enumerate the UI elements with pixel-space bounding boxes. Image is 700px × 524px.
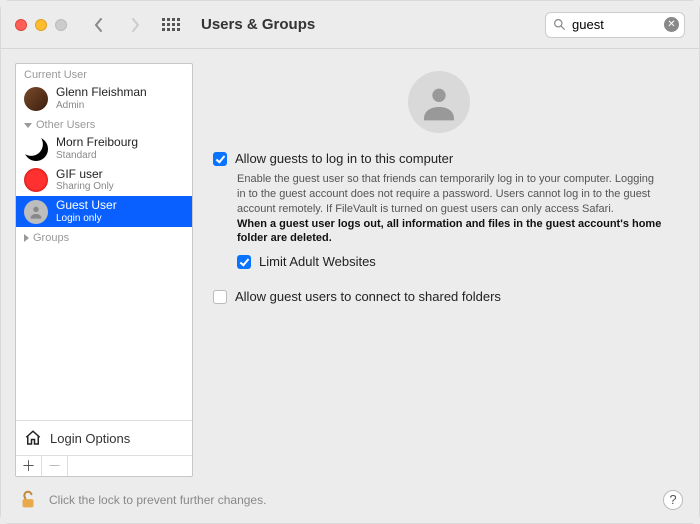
window-title: Users & Groups bbox=[201, 16, 315, 33]
user-row-gif[interactable]: GIF user Sharing Only bbox=[16, 165, 192, 196]
user-name: Morn Freibourg bbox=[56, 136, 138, 150]
allow-guests-description: Enable the guest user so that friends ca… bbox=[237, 172, 665, 246]
user-list: Current User Glenn Fleishman Admin Other… bbox=[16, 64, 192, 420]
search-field-wrap: ✕ bbox=[545, 12, 685, 38]
show-all-button[interactable] bbox=[157, 11, 185, 39]
content-area: Current User Glenn Fleishman Admin Other… bbox=[1, 49, 699, 477]
person-icon bbox=[28, 204, 44, 220]
add-remove-bar: ＋ － bbox=[16, 455, 192, 476]
user-row-current[interactable]: Glenn Fleishman Admin bbox=[16, 83, 192, 114]
user-name: Guest User bbox=[56, 199, 117, 213]
house-icon bbox=[24, 429, 42, 447]
close-window-button[interactable] bbox=[15, 19, 27, 31]
back-button[interactable] bbox=[85, 11, 113, 39]
avatar bbox=[24, 200, 48, 224]
section-header-other-users[interactable]: Other Users bbox=[16, 114, 192, 133]
chevron-left-icon bbox=[93, 18, 105, 32]
avatar bbox=[24, 137, 48, 161]
window-controls bbox=[15, 19, 67, 31]
remove-user-button: － bbox=[42, 456, 68, 476]
user-row-morn[interactable]: Morn Freibourg Standard bbox=[16, 133, 192, 164]
lock-hint-text: Click the lock to prevent further change… bbox=[49, 493, 653, 507]
avatar bbox=[24, 168, 48, 192]
detail-panel: Allow guests to log in to this computer … bbox=[205, 63, 685, 477]
allow-shared-row: Allow guest users to connect to shared f… bbox=[213, 289, 665, 304]
add-user-button[interactable]: ＋ bbox=[16, 456, 42, 476]
chevron-right-icon bbox=[129, 18, 141, 32]
guest-avatar-large[interactable] bbox=[408, 71, 470, 133]
help-button[interactable]: ? bbox=[663, 490, 683, 510]
login-options-row[interactable]: Login Options bbox=[16, 421, 192, 455]
maximize-window-button bbox=[55, 19, 67, 31]
user-name: GIF user bbox=[56, 168, 114, 182]
sidebar-bottom: Login Options ＋ － bbox=[16, 420, 192, 476]
clear-search-button[interactable]: ✕ bbox=[664, 17, 679, 32]
footer-bar: Click the lock to prevent further change… bbox=[1, 477, 699, 523]
section-header-groups[interactable]: Groups bbox=[16, 227, 192, 246]
allow-guests-label: Allow guests to log in to this computer bbox=[235, 151, 453, 166]
user-subtitle: Login only bbox=[56, 213, 117, 225]
limit-adult-label: Limit Adult Websites bbox=[259, 254, 376, 269]
allow-shared-checkbox[interactable] bbox=[213, 290, 227, 304]
user-subtitle: Sharing Only bbox=[56, 181, 114, 193]
minimize-window-button[interactable] bbox=[35, 19, 47, 31]
user-subtitle: Standard bbox=[56, 150, 138, 162]
avatar bbox=[24, 87, 48, 111]
unlock-icon[interactable] bbox=[17, 489, 39, 511]
limit-adult-row: Limit Adult Websites bbox=[237, 254, 665, 269]
user-name: Glenn Fleishman bbox=[56, 86, 147, 100]
allow-guests-row: Allow guests to log in to this computer bbox=[213, 151, 665, 166]
forward-button[interactable] bbox=[121, 11, 149, 39]
allow-guests-checkbox[interactable] bbox=[213, 152, 227, 166]
grid-icon bbox=[162, 18, 180, 31]
person-icon bbox=[419, 82, 459, 122]
allow-shared-label: Allow guest users to connect to shared f… bbox=[235, 289, 501, 304]
user-subtitle: Admin bbox=[56, 100, 147, 112]
limit-adult-checkbox[interactable] bbox=[237, 255, 251, 269]
user-row-guest[interactable]: Guest User Login only bbox=[16, 196, 192, 227]
section-header-current-user: Current User bbox=[16, 64, 192, 83]
users-sidebar: Current User Glenn Fleishman Admin Other… bbox=[15, 63, 193, 477]
login-options-label: Login Options bbox=[50, 431, 130, 446]
titlebar: Users & Groups ✕ bbox=[1, 1, 699, 49]
